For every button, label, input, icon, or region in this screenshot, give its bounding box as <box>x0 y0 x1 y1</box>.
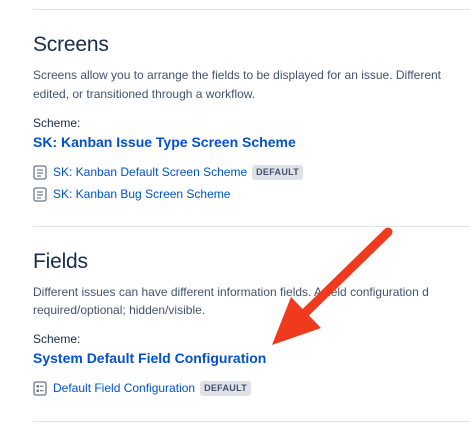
annotation-arrow-icon <box>272 227 393 345</box>
